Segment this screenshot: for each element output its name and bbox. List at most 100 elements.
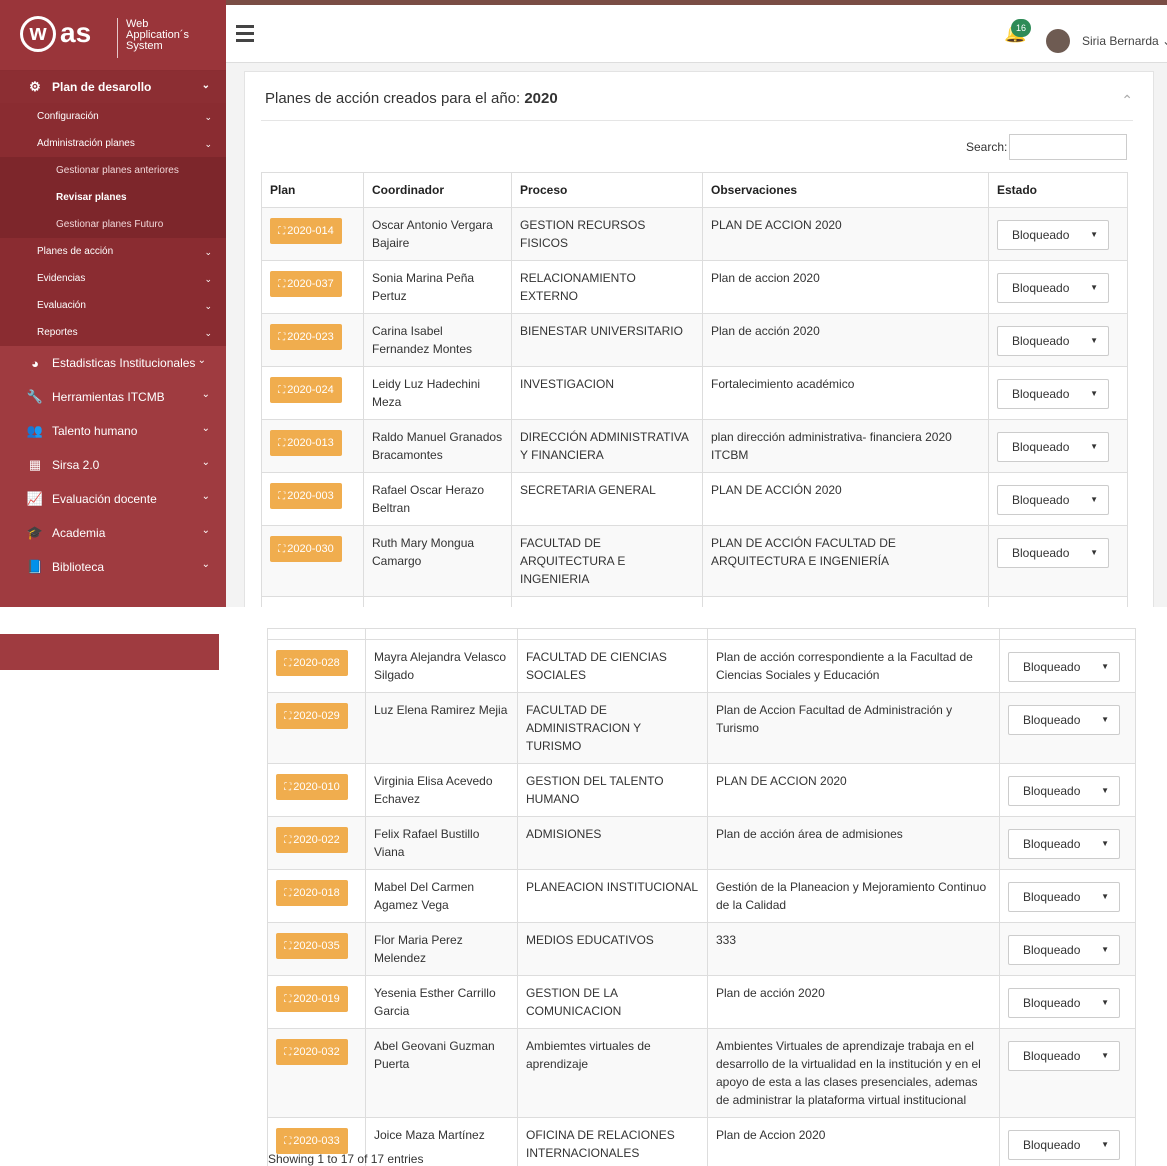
sidebar-item-herramientas[interactable]: 🔧 Herramientas ITCMB ⌄ xyxy=(0,380,226,414)
sidebar-item-estadisticas[interactable]: ◕ Estadisticas Institucionales ⌄ xyxy=(0,346,226,380)
coordinador-cell: Abel Geovani Guzman Puerta xyxy=(365,1028,518,1118)
estado-select[interactable]: Bloqueado ▼ xyxy=(1008,829,1120,859)
estado-select[interactable]: Bloqueado ▼ xyxy=(1008,776,1120,806)
estado-select[interactable]: Bloqueado ▼ xyxy=(1008,1130,1120,1160)
sidebar-item-evaluacion[interactable]: Evaluación ⌄ xyxy=(0,292,226,319)
caret-down-icon: ▼ xyxy=(1090,283,1098,292)
plan-code: 2020-024 xyxy=(287,384,334,396)
sidebar-item-talento[interactable]: 👥 Talento humano ⌄ xyxy=(0,414,226,448)
proceso-cell: MEDIOS EDUCATIVOS xyxy=(517,922,708,976)
sidebar-item-gestionar-anteriores[interactable]: Gestionar planes anteriores xyxy=(0,157,226,184)
plan-button[interactable]: ⛶ 2020-003 xyxy=(270,483,342,509)
sidebar-item-label: Academia xyxy=(52,526,106,540)
sidebar-item-academia[interactable]: 🎓 Academia ⌄ xyxy=(0,516,226,550)
sidebar-item-label: Configuración xyxy=(37,111,99,122)
plan-button[interactable]: ⛶ 2020-022 xyxy=(276,827,348,853)
plan-cell: ⛶ 2020-035 xyxy=(267,922,366,976)
estado-value: Bloqueado xyxy=(1012,281,1070,295)
coordinador-cell: Oscar Antonio Vergara Bajaire xyxy=(363,207,512,261)
avatar[interactable] xyxy=(1046,29,1070,53)
column-header-observaciones[interactable]: Observaciones xyxy=(702,172,989,208)
sidebar-item-administracion-planes[interactable]: Administración planes ⌄ xyxy=(0,130,226,157)
chevron-down-icon: ⌄ xyxy=(204,247,212,257)
column-header-coordinador[interactable]: Coordinador xyxy=(363,172,512,208)
observaciones-cell: Plan de acción área de admisiones xyxy=(707,816,1000,870)
plan-button[interactable]: ⛶ 2020-029 xyxy=(276,703,348,729)
plan-button[interactable]: ⛶ 2020-033 xyxy=(276,1128,348,1154)
estado-value: Bloqueado xyxy=(1012,334,1070,348)
table-row: ⛶ 2020-003 Rafael Oscar Herazo Beltran SECR… xyxy=(261,472,1128,526)
plan-cell: ⛶ 2020-022 xyxy=(267,816,366,870)
plan-button[interactable]: ⛶ 2020-032 xyxy=(276,1039,348,1065)
plan-button[interactable]: ⛶ 2020-019 xyxy=(276,986,348,1012)
plan-button[interactable]: ⛶ 2020-014 xyxy=(270,218,342,244)
estado-select[interactable]: Bloqueado ▼ xyxy=(997,538,1109,568)
plan-button[interactable]: ⛶ 2020-037 xyxy=(270,271,342,297)
proceso-cell: FACULTAD DE ADMINISTRACION Y TURISMO xyxy=(517,692,708,764)
estado-select[interactable]: Bloqueado ▼ xyxy=(1008,935,1120,965)
sidebar-item-biblioteca[interactable]: 📘 Biblioteca ⌄ xyxy=(0,550,226,584)
estado-select[interactable]: Bloqueado ▼ xyxy=(997,220,1109,250)
estado-select[interactable]: Bloqueado ▼ xyxy=(997,432,1109,462)
estado-select[interactable]: Bloqueado ▼ xyxy=(1008,652,1120,682)
estado-select[interactable]: Bloqueado ▼ xyxy=(997,485,1109,515)
estado-select[interactable]: Bloqueado ▼ xyxy=(997,273,1109,303)
estado-select[interactable]: Bloqueado ▼ xyxy=(1008,882,1120,912)
plan-button[interactable]: ⛶ 2020-013 xyxy=(270,430,342,456)
caret-down-icon: ▼ xyxy=(1101,662,1109,671)
plan-button[interactable]: ⛶ 2020-023 xyxy=(270,324,342,350)
observaciones-cell: Plan de Accion 2020 xyxy=(707,1117,1000,1166)
sidebar-item-gestionar-futuro[interactable]: Gestionar planes Futuro xyxy=(0,211,226,238)
column-header-plan[interactable]: Plan xyxy=(261,172,364,208)
plan-button[interactable]: ⛶ 2020-024 xyxy=(270,377,342,403)
sidebar-item-label: Biblioteca xyxy=(52,560,105,574)
coordinador-cell: Raldo Manuel Granados Bracamontes xyxy=(363,419,512,473)
plan-button[interactable]: ⛶ 2020-018 xyxy=(276,880,348,906)
sidebar-item-evaluacion-docente[interactable]: 📈 Evaluación docente ⌄ xyxy=(0,482,226,516)
plan-code: 2020-033 xyxy=(293,1135,340,1147)
sidebar-item-planes-accion[interactable]: Planes de acción ⌄ xyxy=(0,238,226,265)
plan-button[interactable]: ⛶ 2020-030 xyxy=(270,536,342,562)
estado-cell: Bloqueado ▼ xyxy=(999,816,1136,870)
plan-button[interactable]: ⛶ 2020-028 xyxy=(276,650,348,676)
sidebar-item-plan-desarrollo[interactable]: ⚙ Plan de desarollo ⌄ xyxy=(0,71,226,103)
estado-select[interactable]: Bloqueado ▼ xyxy=(1008,988,1120,1018)
sidebar-item-label: Talento humano xyxy=(52,424,138,438)
sidebar-item-configuracion[interactable]: Configuración ⌄ xyxy=(0,103,226,130)
coordinador-cell: Felix Rafael Bustillo Viana xyxy=(365,816,518,870)
table-row: ⛶ 2020-023 Carina Isabel Fernandez Montes B… xyxy=(261,313,1128,367)
column-header-estado[interactable]: Estado xyxy=(988,172,1128,208)
estado-value: Bloqueado xyxy=(1012,228,1070,242)
column-header-proceso[interactable]: Proceso xyxy=(511,172,703,208)
plan-button[interactable]: ⛶ 2020-010 xyxy=(276,774,348,800)
coordinador-cell: Ruth Mary Mongua Camargo xyxy=(363,525,512,597)
sidebar-item-reportes[interactable]: Reportes ⌄ xyxy=(0,319,226,346)
user-menu[interactable]: Siria Bernarda ⌄ xyxy=(1082,34,1167,48)
observaciones-cell: Plan de Accion Facultad de Administració… xyxy=(707,692,1000,764)
estado-select[interactable]: Bloqueado ▼ xyxy=(1008,705,1120,735)
sidebar-item-label: Gestionar planes anteriores xyxy=(56,165,179,176)
sidebar-item-evidencias[interactable]: Evidencias ⌄ xyxy=(0,265,226,292)
estado-cell: Bloqueado ▼ xyxy=(988,419,1128,473)
estado-value: Bloqueado xyxy=(1023,890,1081,904)
table-row: ⛶ 2020-022 Felix Rafael Bustillo Viana ADMI… xyxy=(267,816,1136,870)
wrench-icon: 🔧 xyxy=(26,389,44,404)
table-row: ⛶ 2020-024 Leidy Luz Hadechini Meza INVESTI… xyxy=(261,366,1128,420)
proceso-cell: INVESTIGACION xyxy=(511,366,703,420)
sidebar-item-revisar-planes[interactable]: Revisar planes xyxy=(0,184,226,211)
page-title-text: Planes de acción creados para el año: xyxy=(265,90,521,107)
proceso-cell: SOPORTE Y DESARROLLO TECNOLOGICO xyxy=(511,596,703,607)
plan-cell: ⛶ 2020-030 xyxy=(261,525,364,597)
estado-select[interactable]: Bloqueado ▼ xyxy=(997,379,1109,409)
coordinador-cell: Rafael Oscar Herazo Beltran xyxy=(363,472,512,526)
search-input[interactable] xyxy=(1009,134,1127,160)
table-row: ⛶ 2020-014 Oscar Antonio Vergara Bajaire GE… xyxy=(261,207,1128,261)
plan-button[interactable]: ⛶ 2020-035 xyxy=(276,933,348,959)
estado-select[interactable]: Bloqueado ▼ xyxy=(997,326,1109,356)
hamburger-menu-icon[interactable] xyxy=(236,25,254,46)
collapse-icon[interactable]: ⌃ xyxy=(1121,92,1133,109)
plans-table-continued: ⛶ 2020-028 Mayra Alejandra Velasco Silgado… xyxy=(267,628,1136,1166)
estado-select[interactable]: Bloqueado ▼ xyxy=(1008,1041,1120,1071)
plan-cell: ⛶ 2020-003 xyxy=(261,472,364,526)
sidebar-item-sirsa[interactable]: ▦ Sirsa 2.0 ⌄ xyxy=(0,448,226,482)
